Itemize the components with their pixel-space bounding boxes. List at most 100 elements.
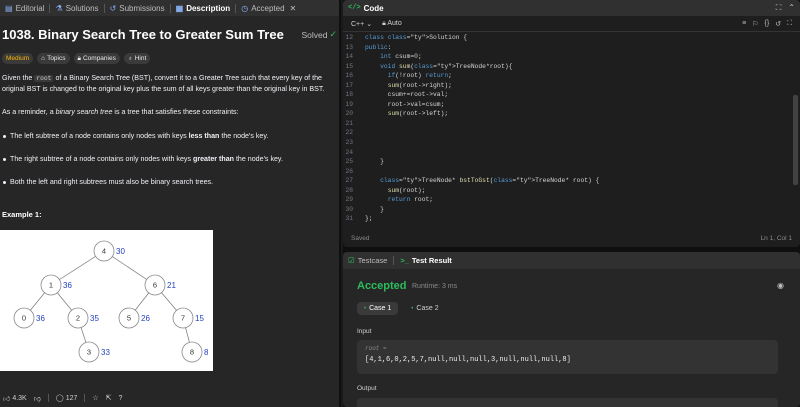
tree-node-key: 2 bbox=[76, 314, 80, 323]
code-line[interactable]: 25 } bbox=[343, 157, 790, 167]
panel-controls: ⛶ ⌃ bbox=[776, 3, 795, 13]
document-icon: ▦ bbox=[175, 3, 184, 13]
tab-submissions[interactable]: ↺ Submissions bbox=[105, 0, 170, 16]
list-item: The right subtree of a node contains onl… bbox=[2, 154, 334, 165]
line-number: 20 bbox=[345, 110, 353, 118]
tree-node-key: 8 bbox=[190, 348, 194, 357]
code-line[interactable]: 21 bbox=[343, 119, 790, 129]
code-panel: </> Code ⛶ ⌃ C++ ⌄ 🔒︎ Auto ≡ ⚐ {} ↺ ⛶ 12… bbox=[343, 0, 800, 247]
code-line[interactable]: 26 bbox=[343, 167, 790, 177]
line-content: int csum=0; bbox=[380, 53, 422, 61]
tree-node-sum: 21 bbox=[167, 281, 176, 290]
code-line[interactable]: 14 int csum=0; bbox=[343, 52, 790, 62]
tree-node-key: 6 bbox=[153, 281, 157, 290]
code-line[interactable]: 19 root->val=csum; bbox=[343, 100, 790, 110]
eye-icon[interactable]: ◉ bbox=[777, 281, 784, 290]
save-status: Saved bbox=[351, 234, 370, 242]
code-line[interactable]: 29 return root; bbox=[343, 195, 790, 205]
close-icon[interactable]: ✕ bbox=[290, 4, 297, 13]
editor-actions: ≡ ⚐ {} ↺ ⛶ bbox=[742, 20, 792, 28]
reset-icon[interactable]: ↺ bbox=[775, 20, 781, 28]
help-icon[interactable]: ? bbox=[119, 395, 123, 402]
mode-toggle[interactable]: 🔒︎ Auto bbox=[382, 20, 402, 28]
maximize-icon[interactable]: ⛶ bbox=[776, 3, 782, 13]
hint-chip[interactable]: ♁ Hint bbox=[123, 53, 151, 64]
line-content: public: bbox=[365, 43, 392, 51]
problem-description: Given the root of a Binary Search Tree (… bbox=[2, 73, 334, 200]
dot-icon: • bbox=[411, 305, 414, 312]
description-paragraph: Given the root of a Binary Search Tree (… bbox=[2, 74, 325, 94]
line-number: 22 bbox=[345, 129, 353, 137]
code-line[interactable]: 28 sum(root); bbox=[343, 186, 790, 196]
companies-chip[interactable]: 🔒︎ Companies bbox=[73, 53, 120, 64]
tab-divider bbox=[393, 256, 395, 265]
tab-test-result[interactable]: >_ Test Result bbox=[400, 256, 451, 265]
line-number: 31 bbox=[345, 215, 353, 223]
line-number: 21 bbox=[345, 119, 353, 127]
difficulty-badge: Medium bbox=[2, 53, 34, 64]
bottom-bar: 👍︎ 4.3K 👎︎ ◯ 127 ☆ ⇱ ? bbox=[0, 389, 339, 407]
tab-testcase[interactable]: ☑ Testcase bbox=[348, 256, 387, 265]
line-number: 17 bbox=[345, 81, 353, 89]
reminder-paragraph: As a reminder, a binary search tree is a… bbox=[2, 108, 239, 117]
input-label: Input bbox=[357, 328, 372, 335]
line-content: class="ty">TreeNode* bstToGst(class="ty"… bbox=[380, 177, 600, 185]
problem-title[interactable]: 1038. Binary Search Tree to Greater Sum … bbox=[2, 27, 284, 42]
editor-options: C++ ⌄ 🔒︎ Auto bbox=[351, 20, 402, 28]
code-line[interactable]: 17 sum(root->right); bbox=[343, 81, 790, 91]
line-number: 16 bbox=[345, 72, 353, 80]
lock-icon: 🔒︎ bbox=[77, 54, 81, 62]
star-icon[interactable]: ☆ bbox=[92, 394, 98, 402]
tab-solutions[interactable]: ⚗ Solutions bbox=[50, 0, 103, 16]
code-line[interactable]: 13 public: bbox=[343, 43, 790, 53]
like-button[interactable]: 👍︎ 4.3K bbox=[3, 394, 27, 403]
tab-editorial[interactable]: ▤ Editorial bbox=[0, 0, 49, 16]
line-content: sum(root); bbox=[387, 186, 426, 194]
case-1-tab[interactable]: • Case 1 bbox=[357, 302, 399, 315]
topics-chip[interactable]: ⌂ Topics bbox=[37, 53, 70, 64]
code-line[interactable]: 27 class="ty">TreeNode* bstToGst(class="… bbox=[343, 176, 790, 186]
code-line[interactable]: 20 sum(root->left); bbox=[343, 109, 790, 119]
code-line[interactable]: 31}; bbox=[343, 214, 790, 224]
input-box: root = [4,1,6,0,2,5,7,null,null,null,3,n… bbox=[357, 340, 778, 374]
thumbs-down-icon[interactable]: 👎︎ bbox=[34, 394, 41, 403]
braces-icon[interactable]: {} bbox=[765, 20, 770, 28]
problem-chips: Medium ⌂ Topics 🔒︎ Companies ♁ Hint bbox=[2, 53, 151, 64]
code-line[interactable]: 24 bbox=[343, 148, 790, 158]
line-number: 14 bbox=[345, 53, 353, 61]
editor-scrollbar[interactable] bbox=[793, 95, 798, 185]
fullscreen-icon[interactable]: ⛶ bbox=[787, 20, 792, 28]
output-label: Output bbox=[357, 385, 377, 392]
input-variable: root = bbox=[365, 345, 387, 352]
result-panel: ☑ Testcase >_ Test Result Accepted Runti… bbox=[343, 252, 800, 407]
tab-description[interactable]: ▦ Description bbox=[171, 0, 236, 16]
tree-diagram: 4 30 1 36 6 21 0 36 2 35 5 26 7 15 3 33 8 8 bbox=[0, 230, 213, 371]
checkbox-icon: ☑ bbox=[348, 256, 355, 265]
code-line[interactable]: 18 csum+=root->val; bbox=[343, 90, 790, 100]
comments-button[interactable]: ◯ 127 bbox=[56, 394, 78, 403]
line-number: 19 bbox=[345, 100, 353, 108]
code-line[interactable]: 15 void sum(class="ty">TreeNode*root){ bbox=[343, 62, 790, 72]
code-tab[interactable]: </> Code bbox=[348, 4, 384, 13]
code-line[interactable]: 22 bbox=[343, 128, 790, 138]
share-icon[interactable]: ⇱ bbox=[106, 394, 112, 402]
bookmark-icon[interactable]: ⚐ bbox=[752, 20, 758, 28]
language-select[interactable]: C++ ⌄ bbox=[351, 20, 372, 28]
chevron-down-icon: ⌄ bbox=[366, 20, 373, 28]
case-2-tab[interactable]: • Case 2 bbox=[404, 302, 445, 315]
verdict: Accepted bbox=[357, 280, 407, 292]
tab-accepted[interactable]: ◷ Accepted ✕ bbox=[236, 0, 301, 16]
code-line[interactable]: 16 if(!root) return; bbox=[343, 71, 790, 81]
lightbulb-icon: ♁ bbox=[127, 55, 133, 62]
code-line[interactable]: 30 } bbox=[343, 205, 790, 215]
line-number: 27 bbox=[345, 177, 353, 185]
tree-node-key: 5 bbox=[127, 314, 131, 323]
code-line[interactable]: 12 class class="ty">Solution { bbox=[343, 33, 790, 43]
code-line[interactable]: 23 bbox=[343, 138, 790, 148]
tree-node-key: 1 bbox=[49, 281, 53, 290]
code-editor[interactable]: 12 class class="ty">Solution {13 public: 14… bbox=[343, 33, 790, 229]
chevron-up-icon[interactable]: ⌃ bbox=[788, 3, 795, 13]
result-tabs: ☑ Testcase >_ Test Result bbox=[343, 252, 800, 269]
menu-icon[interactable]: ≡ bbox=[742, 20, 746, 28]
problem-tabs: ▤ Editorial ⚗ Solutions ↺ Submissions ▦ … bbox=[0, 0, 339, 16]
